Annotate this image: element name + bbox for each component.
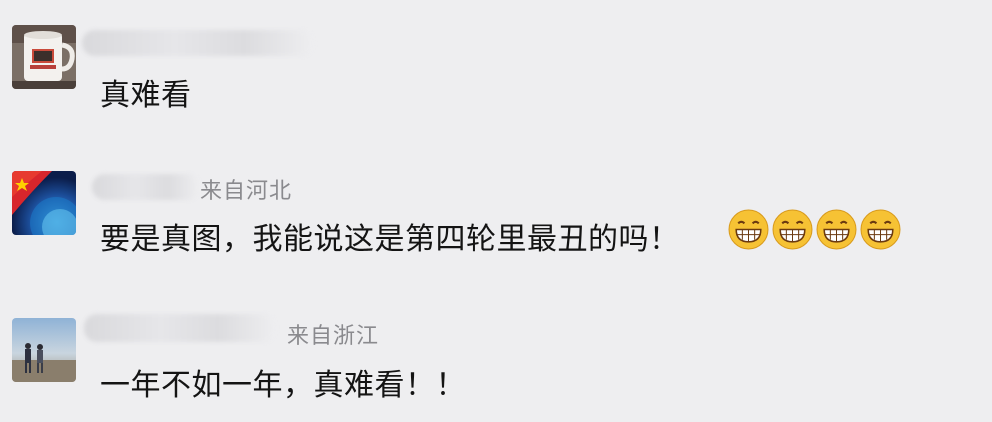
- grin-emoji-icon: [728, 209, 769, 250]
- user-avatar[interactable]: [12, 171, 76, 235]
- couple-photo-avatar-icon: [12, 318, 76, 382]
- mug-avatar-icon: [12, 25, 76, 89]
- comment-item: 来自河北 要是真图，我能说这是第四轮里最丑的吗！: [0, 140, 992, 290]
- grin-emoji-icon: [816, 209, 857, 250]
- grin-emoji-icon: [772, 209, 813, 250]
- user-avatar[interactable]: [12, 25, 76, 89]
- flag-globe-avatar-icon: [12, 171, 76, 235]
- grin-emoji-icon: [860, 209, 901, 250]
- comment-text: 要是真图，我能说这是第四轮里最丑的吗！: [100, 222, 680, 257]
- location-label: 来自浙江: [287, 324, 380, 349]
- comment-text: 一年不如一年，真难看！！: [100, 368, 466, 403]
- comment-text: 真难看: [100, 78, 192, 113]
- username-blurred[interactable]: [84, 314, 276, 342]
- username-blurred[interactable]: [92, 174, 200, 200]
- location-label: 来自河北: [200, 179, 293, 204]
- comment-item: 来自浙江 一年不如一年，真难看！！: [0, 290, 992, 422]
- comment-item: 真难看: [0, 0, 992, 140]
- emoji-group: [728, 209, 901, 250]
- user-avatar[interactable]: [12, 318, 76, 382]
- username-blurred[interactable]: [82, 30, 314, 56]
